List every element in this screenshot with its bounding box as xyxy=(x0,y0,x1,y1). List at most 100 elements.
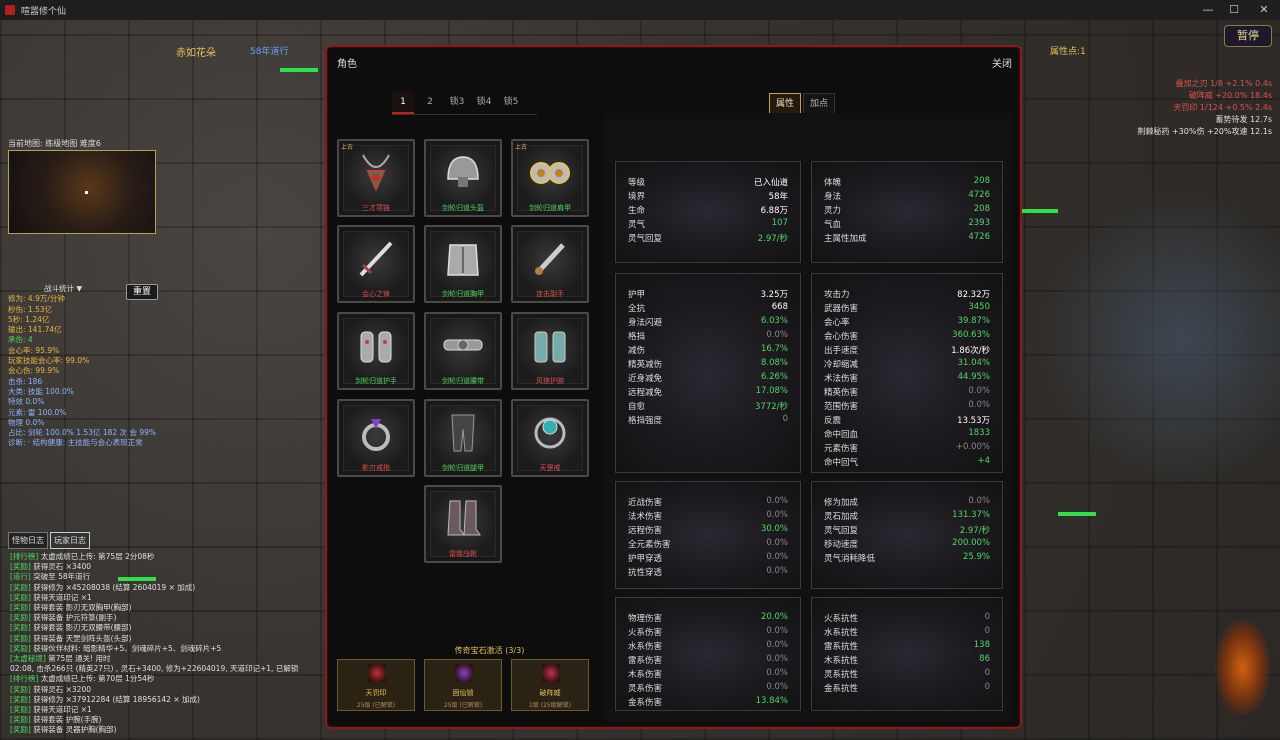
equip-slot[interactable]: 剑轮归道头盔 xyxy=(424,139,502,217)
equip-slot[interactable]: 雷霆战靴 xyxy=(424,485,502,563)
tab-loadout-2[interactable]: 2 xyxy=(419,92,441,112)
stat-label: 远程减免 xyxy=(628,388,663,398)
stat-tabs: 属性 加点 xyxy=(769,93,835,115)
stat-label: 减伤 xyxy=(628,346,646,356)
log-line: [奖励] 获得套装 影刃无双胸甲(胸部) xyxy=(10,603,325,613)
equip-slot[interactable]: 剑轮归道腰带 xyxy=(424,312,502,390)
tab-attributes[interactable]: 属性 xyxy=(769,93,801,115)
equip-slot[interactable]: 上古 剑轮归道肩甲 xyxy=(511,139,589,217)
tab-loadout-4[interactable]: 锁4 xyxy=(473,92,495,112)
minimap[interactable] xyxy=(8,150,156,234)
log-line: [排行榜] 太虚成绩已上传: 第70层 1分54秒 xyxy=(10,674,325,684)
window-title: 喧嚣修个仙 xyxy=(21,6,67,17)
stat-label: 灵系抗性 xyxy=(824,670,859,680)
stat-value: 0.0% xyxy=(968,496,990,506)
close-window-button[interactable]: ✕ xyxy=(1250,0,1278,20)
gem-icon xyxy=(542,664,560,682)
log-text: 突破至 58年道行 xyxy=(30,572,91,582)
log-tag: [奖励] xyxy=(10,725,31,735)
stat-label: 木系伤害 xyxy=(628,670,663,680)
tab-loadout-3[interactable]: 锁3 xyxy=(446,92,468,112)
stat-row: 雷系伤害 0.0% xyxy=(628,654,788,668)
stat-label: 身法 xyxy=(824,192,842,202)
stat-value: 25.9% xyxy=(962,552,990,562)
tab-loadout-5[interactable]: 锁5 xyxy=(500,92,522,112)
stat-row: 反震 13.53万 xyxy=(824,414,990,428)
lava-hazard xyxy=(1215,620,1270,715)
stat-row: 出手速度 1.86次/秒 xyxy=(824,344,990,358)
legendary-gem-slot[interactable]: 困仙锁 25级 (已解锁) xyxy=(424,659,502,711)
stat-label: 灵气消耗降低 xyxy=(824,554,876,564)
stat-box: 体魄 208 身法 4726 灵力 208 气血 2393 主属性加成 4726 xyxy=(811,161,1003,263)
panel-close-button[interactable]: 关闭 xyxy=(992,55,1012,70)
attribute-points: 属性点:1 xyxy=(1050,47,1086,57)
stat-label: 境界 xyxy=(628,192,646,202)
stat-row: 灵气消耗降低 25.9% xyxy=(824,552,990,566)
tab-loadout-1[interactable]: 1 xyxy=(392,92,414,114)
equip-name: 剑轮归道肩甲 xyxy=(529,204,571,212)
stat-label: 范围伤害 xyxy=(824,402,859,412)
log-text: 获得修为 ×37912284 (结算 18956142 × 加成) xyxy=(30,694,200,704)
log-text: 获得修为 ×45208038 (结算 2604019 × 加成) xyxy=(30,582,196,592)
stat-value: 82.32万 xyxy=(957,290,990,300)
stat-row: 命中回气 +4 xyxy=(824,456,990,470)
stat-row: 火系伤害 0.0% xyxy=(628,626,788,640)
stat-label: 反震 xyxy=(824,416,842,426)
stat-label: 灵气 xyxy=(628,220,646,230)
stat-row: 冷却缩减 31.04% xyxy=(824,358,990,372)
stat-row: 境界 58年 xyxy=(628,190,788,204)
stat-value: 20.0% xyxy=(760,612,788,622)
stat-label: 格挡 xyxy=(628,332,646,342)
stat-row: 护甲 3.25万 xyxy=(628,288,788,302)
stat-label: 全元素伤害 xyxy=(628,540,671,550)
maximize-button[interactable]: ☐ xyxy=(1220,0,1248,20)
stat-row: 灵系伤害 0.0% xyxy=(628,682,788,696)
combat-stat-line: 大类: 技能 100.0% xyxy=(8,386,74,396)
tab-monster-log[interactable]: 怪物日志 xyxy=(8,532,48,549)
stat-label: 冷却缩减 xyxy=(824,360,859,370)
equip-slot[interactable]: 会心之锋 xyxy=(337,225,415,303)
stat-label: 法术伤害 xyxy=(628,512,663,522)
log-line: [奖励] 获得灵石 ×3200 xyxy=(10,685,325,695)
equip-name: 风狼护腕 xyxy=(536,377,564,385)
stat-label: 火系抗性 xyxy=(824,614,859,624)
log-tag: [奖励] xyxy=(10,582,31,592)
minimize-button[interactable]: — xyxy=(1194,0,1222,20)
equip-slot[interactable]: 上古 三才项链 xyxy=(337,139,415,217)
equip-slot[interactable]: 风狼护腕 xyxy=(511,312,589,390)
equip-slot[interactable]: 连击副手 xyxy=(511,225,589,303)
legendary-gem-slot[interactable]: 天罚印 25级 (已解锁) xyxy=(337,659,415,711)
stat-value: 39.87% xyxy=(957,316,990,326)
log-line: [奖励] 获得套装 护腕(手腕) xyxy=(10,715,325,725)
stat-value: 0.0% xyxy=(766,626,788,636)
reset-stats-button[interactable]: 重置 xyxy=(126,284,158,300)
stat-row: 灵系抗性 0 xyxy=(824,668,990,682)
stat-label: 护甲 xyxy=(628,290,646,300)
equip-slot[interactable]: 剑轮归道护手 xyxy=(337,312,415,390)
equip-slot[interactable]: 天罡戒 xyxy=(511,399,589,477)
equip-slot[interactable]: 剑轮归道胸甲 xyxy=(424,225,502,303)
log-text: 获得套装 护腕(手腕) xyxy=(30,715,102,725)
stat-box: 等级 已入仙道 境界 58年 生命 6.88万 灵气 107 灵气回复 2.97/秒 xyxy=(615,161,801,263)
legendary-gem-title: 传奇宝石激活 (3/3) xyxy=(454,646,525,655)
stat-value: 0.0% xyxy=(766,552,788,562)
player-health-bar xyxy=(280,68,318,72)
legendary-gem-slot[interactable]: 破阵威 1级 (25级解锁) xyxy=(511,659,589,711)
loadout-tabs: 1 2 锁3 锁4 锁5 xyxy=(392,92,527,114)
event-log[interactable]: [排行榜] 太虚成绩已上传: 第75层 2分08秒 [奖励] 获得灵石 ×3400… xyxy=(10,552,325,738)
log-tag: [奖励] xyxy=(10,623,31,633)
enemy-health-bar xyxy=(1058,512,1096,516)
log-text: 02:08, 击杀266只 (精英27只) , 灵石+3400, 修为+2260… xyxy=(10,664,299,674)
tab-player-log[interactable]: 玩家日志 xyxy=(50,532,90,549)
stat-box: 攻击力 82.32万 武器伤害 3450 会心率 39.87% 会心伤害 360.63% 出手速… xyxy=(811,273,1003,473)
equip-slot[interactable]: 剑轮归道腿甲 xyxy=(424,399,502,477)
log-tag: [排行榜] xyxy=(10,552,39,561)
stat-row: 精英伤害 0.0% xyxy=(824,386,990,400)
window-titlebar: 喧嚣修个仙 — ☐ ✕ xyxy=(0,0,1280,21)
equip-slot[interactable]: 影刃戒指 xyxy=(337,399,415,477)
tab-allocate-points[interactable]: 加点 xyxy=(803,93,835,115)
stat-value: 0.0% xyxy=(766,538,788,548)
stat-label: 格挡强度 xyxy=(628,416,663,426)
tab-divider xyxy=(392,114,537,115)
pause-button[interactable]: 暂停 xyxy=(1224,25,1272,47)
